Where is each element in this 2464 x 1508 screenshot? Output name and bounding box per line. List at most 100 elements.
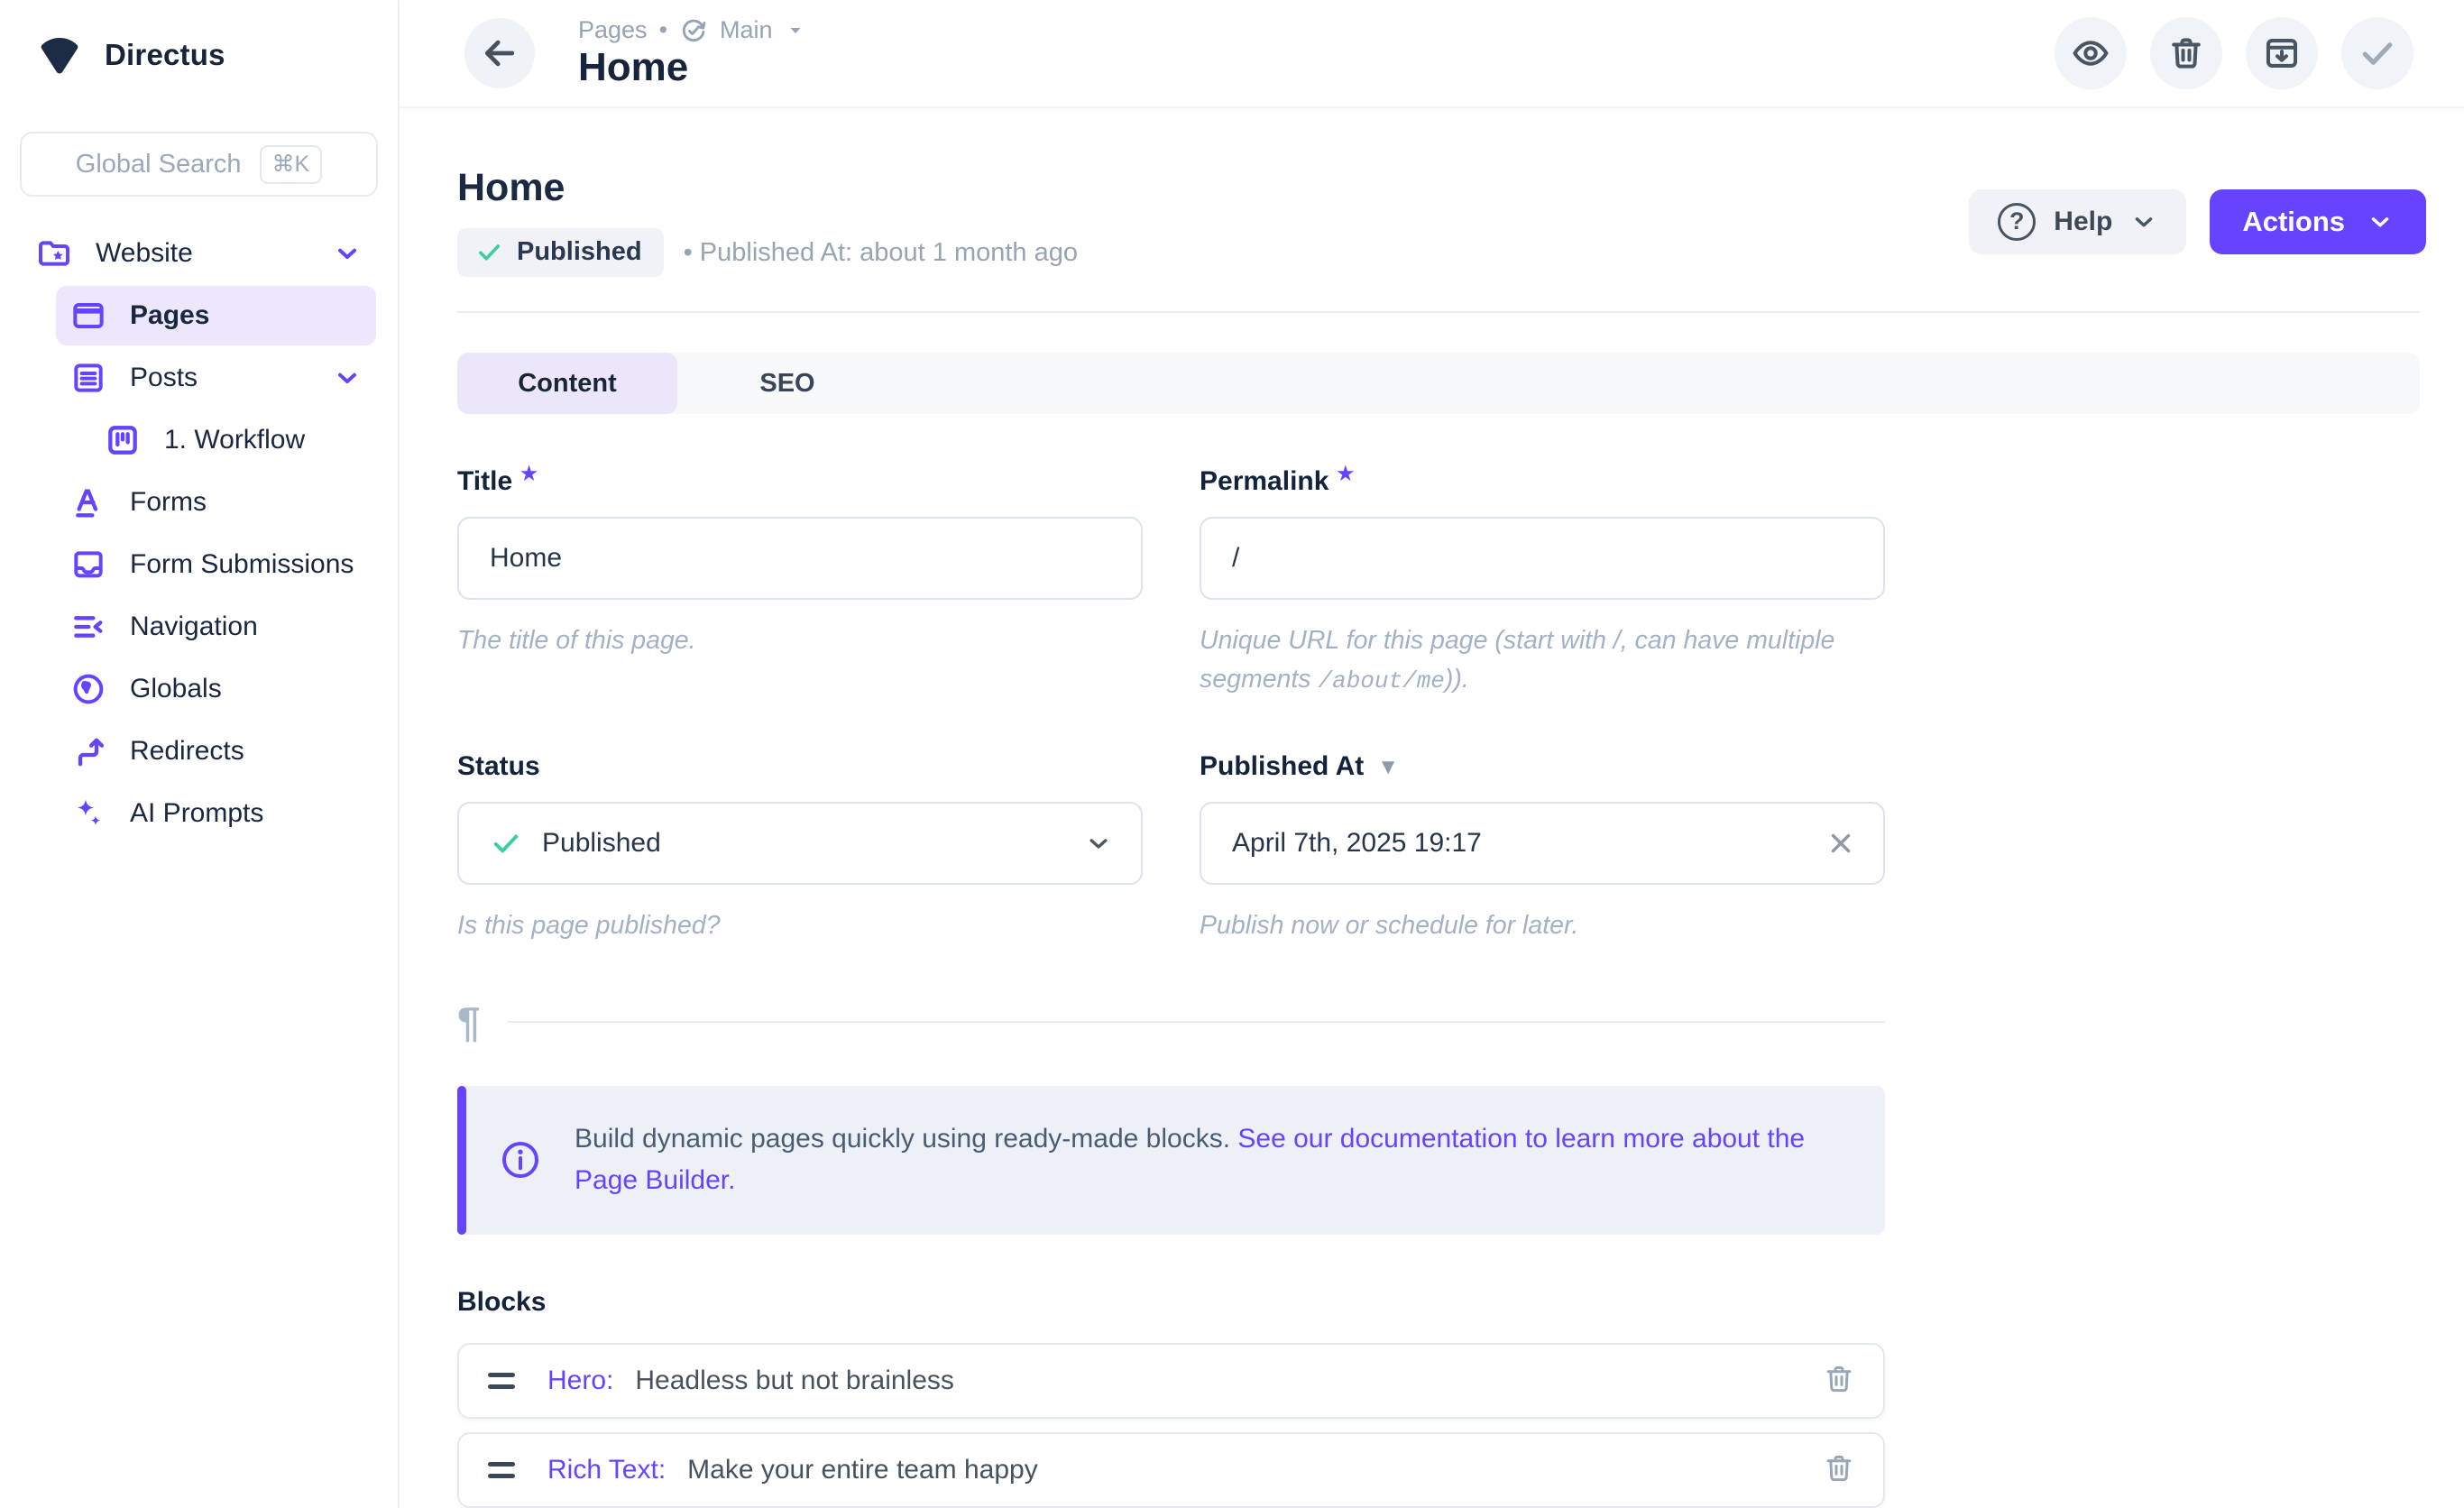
- menu-collapse-icon: [70, 609, 106, 645]
- sidebar-item-label: AI Prompts: [130, 798, 263, 829]
- status-select[interactable]: Published: [457, 802, 1143, 885]
- help-label: Help: [2054, 207, 2112, 237]
- actions-button[interactable]: Actions: [2210, 189, 2426, 254]
- chevron-down-icon[interactable]: [333, 239, 362, 268]
- status-badge: Published: [457, 228, 664, 277]
- sidebar-item-forms[interactable]: Forms: [56, 473, 376, 532]
- eye-icon: [2071, 33, 2110, 73]
- banner-accent-bar: [457, 1086, 466, 1235]
- folder-star-icon: [36, 235, 72, 271]
- status-field: Status Published Is this page published?: [457, 751, 1143, 945]
- status-value: Published: [542, 828, 661, 859]
- sidebar-item-label: Website: [96, 238, 193, 269]
- breadcrumb-version[interactable]: Main: [720, 16, 773, 44]
- sidebar-item-label: Forms: [130, 487, 207, 518]
- chevron-down-icon: [2130, 208, 2157, 235]
- sidebar: Directus Global Search ⌘K Website Pages: [0, 0, 400, 1508]
- published-meta: • Published At: about 1 month ago: [684, 238, 1078, 268]
- directus-logo-icon: [38, 36, 81, 74]
- block-title: Make your entire team happy: [687, 1455, 1038, 1485]
- block-title: Headless but not brainless: [635, 1365, 954, 1396]
- published-at-value: April 7th, 2025 19:17: [1232, 828, 1482, 859]
- tab-content[interactable]: Content: [457, 353, 677, 414]
- block-type: Hero:: [547, 1365, 613, 1396]
- block-type: Rich Text:: [547, 1455, 666, 1485]
- breadcrumb-separator: •: [659, 16, 667, 44]
- trash-icon[interactable]: [1822, 1362, 1856, 1400]
- title-input[interactable]: [457, 517, 1143, 600]
- trash-icon[interactable]: [1822, 1451, 1856, 1489]
- clear-icon[interactable]: [1825, 828, 1856, 859]
- sidebar-item-workflow[interactable]: 1. Workflow: [90, 410, 376, 470]
- archive-button[interactable]: [2246, 17, 2318, 89]
- title-label: Title★: [457, 466, 1143, 497]
- browser-window-icon: [70, 298, 106, 334]
- sidebar-item-form-submissions[interactable]: Form Submissions: [56, 535, 376, 594]
- search-shortcut-badge: ⌘K: [260, 145, 323, 184]
- app-window: Directus Global Search ⌘K Website Pages: [0, 0, 2464, 1508]
- caret-down-icon[interactable]: ▼: [1377, 755, 1399, 780]
- inbox-tray-icon: [70, 547, 106, 583]
- sidebar-item-posts[interactable]: Posts: [56, 348, 376, 408]
- chevron-down-icon: [1083, 828, 1114, 859]
- sidebar-item-pages[interactable]: Pages: [56, 286, 376, 345]
- head-actions: Help Actions: [1969, 189, 2426, 254]
- pilcrow-icon[interactable]: ¶: [457, 1001, 481, 1043]
- sidebar-item-ai-prompts[interactable]: AI Prompts: [56, 784, 376, 843]
- published-at-input[interactable]: April 7th, 2025 19:17: [1200, 802, 1885, 885]
- sidebar-item-label: 1. Workflow: [164, 425, 305, 455]
- published-at-hint: Publish now or schedule for later.: [1200, 906, 1867, 945]
- sidebar-item-globals[interactable]: Globals: [56, 659, 376, 719]
- redirect-arrow-icon: [70, 733, 106, 769]
- block-row-hero[interactable]: Hero: Headless but not brainless: [457, 1343, 1885, 1419]
- help-button[interactable]: Help: [1969, 189, 2186, 254]
- delete-button[interactable]: [2150, 17, 2222, 89]
- main-area: Pages • Main Home: [400, 0, 2464, 1508]
- window-title: Home: [578, 45, 806, 91]
- info-icon: [499, 1138, 542, 1182]
- block-row-rich-text[interactable]: Rich Text: Make your entire team happy: [457, 1432, 1885, 1508]
- preview-button[interactable]: [2055, 17, 2127, 89]
- permalink-input[interactable]: [1200, 517, 1885, 600]
- title-hint: The title of this page.: [457, 621, 1125, 660]
- save-button[interactable]: [2341, 17, 2413, 89]
- trash-icon: [2166, 33, 2206, 73]
- sidebar-item-website[interactable]: Website: [22, 224, 376, 283]
- topbar-actions: [2055, 17, 2413, 89]
- info-banner: Build dynamic pages quickly using ready-…: [457, 1086, 1885, 1235]
- title-field: Title★ The title of this page.: [457, 466, 1143, 699]
- back-button[interactable]: [464, 18, 535, 88]
- status-hint: Is this page published?: [457, 906, 1125, 945]
- page-title: Home: [457, 166, 1078, 210]
- breadcrumb-collection[interactable]: Pages: [578, 16, 648, 44]
- global-search-input[interactable]: Global Search ⌘K: [20, 132, 378, 197]
- chevron-down-icon: [2367, 208, 2394, 235]
- help-icon: [1998, 203, 2036, 241]
- brand-home-link[interactable]: Directus: [0, 0, 398, 74]
- breadcrumb-block: Pages • Main Home: [578, 16, 806, 91]
- paragraph-divider: ¶: [457, 1001, 1885, 1043]
- sidebar-item-navigation[interactable]: Navigation: [56, 597, 376, 657]
- archive-box-icon: [2262, 33, 2302, 73]
- chevron-down-icon[interactable]: [333, 363, 362, 392]
- divider-line: [508, 1021, 1885, 1023]
- article-icon: [70, 360, 106, 396]
- version-published-icon: [679, 16, 708, 45]
- tab-seo[interactable]: SEO: [677, 353, 897, 414]
- sidebar-item-redirects[interactable]: Redirects: [56, 722, 376, 781]
- arrow-left-icon: [480, 33, 519, 73]
- globe-icon: [70, 671, 106, 707]
- permalink-field: Permalink★ Unique URL for this page (sta…: [1200, 466, 1885, 699]
- breadcrumb[interactable]: Pages • Main: [578, 16, 806, 45]
- sidebar-item-label: Form Submissions: [130, 549, 354, 580]
- sidebar-nav: Website Pages Posts: [0, 224, 398, 843]
- sidebar-item-label: Redirects: [130, 736, 244, 767]
- check-icon: [475, 238, 503, 266]
- page-content: Home Published • Published At: about 1 m…: [400, 108, 2464, 1508]
- published-at-label: Published At▼: [1200, 751, 1885, 782]
- drag-handle-icon[interactable]: [488, 1462, 515, 1478]
- sidebar-item-label: Globals: [130, 674, 222, 704]
- top-bar: Pages • Main Home: [400, 0, 2464, 108]
- drag-handle-icon[interactable]: [488, 1373, 515, 1389]
- letter-a-underline-icon: [70, 484, 106, 520]
